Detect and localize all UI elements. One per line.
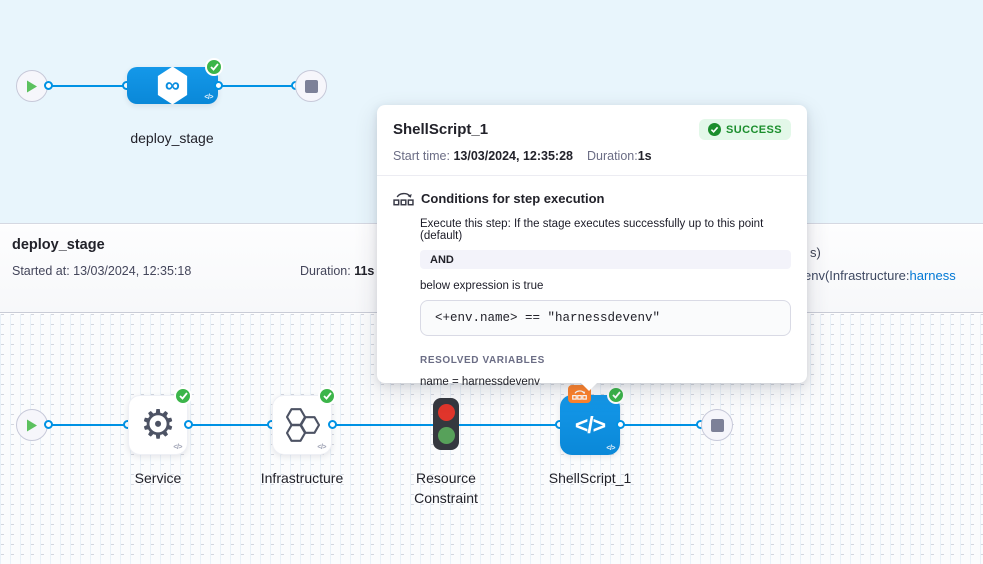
play-icon (26, 80, 38, 93)
stage-duration-label: Duration: (300, 264, 354, 278)
shell-script-icon: </> (575, 412, 605, 439)
start-time-label: Start time: (393, 149, 453, 163)
step-label-resource-constraint[interactable]: Resource Constraint (396, 468, 496, 508)
edge (620, 424, 701, 426)
edge-dot[interactable] (616, 420, 625, 429)
red-lamp (438, 404, 455, 421)
execute-condition-text: Execute this step: If the stage executes… (420, 218, 791, 242)
stop-icon (711, 419, 724, 432)
deployment-stage-icon: ∞ (156, 67, 190, 105)
conditional-execution-icon (393, 189, 414, 207)
popover-title: ShellScript_1 (393, 121, 488, 138)
success-check-badge (318, 387, 336, 405)
edge-dot[interactable] (328, 420, 337, 429)
duration-value: 1s (638, 149, 652, 163)
success-check-badge (205, 58, 223, 76)
check-icon (323, 392, 332, 400)
success-check-badge (174, 387, 192, 405)
operator-bar: AND (420, 250, 791, 269)
check-icon (179, 392, 188, 400)
resolved-variables-heading: RESOLVED VARIABLES (420, 355, 791, 366)
start-time-value: 13/03/2024, 12:35:28 (453, 149, 573, 163)
infrastructure-link[interactable]: harness (910, 268, 956, 283)
infinity-glyph: ∞ (165, 74, 180, 98)
stage-node-deploy-stage[interactable]: ∞ </> (127, 67, 218, 104)
edge (332, 424, 433, 426)
popover-caret (580, 382, 598, 391)
edge-dot[interactable] (44, 81, 53, 90)
code-mini-icon: </> (317, 444, 326, 451)
traffic-light-icon resource-constraint-node[interactable] (433, 398, 459, 450)
stage-end-button[interactable] (701, 409, 733, 441)
expression-intro-text: below expression is true (420, 280, 791, 292)
step-node-shellscript-1[interactable]: </> </> (560, 395, 620, 455)
success-check-icon (708, 123, 721, 136)
duration-label: Duration: (587, 149, 638, 163)
step-node-service[interactable]: ⚙ </> (128, 395, 188, 455)
step-label-infrastructure[interactable]: Infrastructure (242, 468, 362, 488)
step-details-popover: ShellScript_1 SUCCESS Start time: 13/03/… (377, 105, 807, 383)
status-text: SUCCESS (726, 124, 782, 136)
edge-stage-to-end (218, 85, 295, 87)
step-label-shellscript-1[interactable]: ShellScript_1 (530, 468, 650, 488)
status-badge: SUCCESS (699, 119, 791, 140)
stage-node-label[interactable]: deploy_stage (107, 128, 237, 148)
popover-body: Conditions for step execution Execute th… (377, 176, 807, 404)
expression-code-box: <+env.name> == "harnessdevenv" (420, 300, 791, 336)
popover-times: Start time: 13/03/2024, 12:35:28 Duration… (393, 149, 791, 163)
edge (188, 424, 272, 426)
stage-duration: Duration: 11s (300, 264, 374, 278)
edge-start-to-stage (48, 85, 127, 87)
conditions-heading: Conditions for step execution (421, 191, 604, 206)
code-mini-icon: </> (606, 445, 615, 452)
edge (459, 424, 560, 426)
gear-icon: ⚙ (140, 405, 176, 445)
code-mini-icon: </> (173, 444, 182, 451)
check-icon (210, 63, 219, 71)
play-icon (26, 419, 38, 432)
popover-header: ShellScript_1 SUCCESS Start time: 13/03/… (377, 105, 807, 176)
resolved-variable-value: name = harnessdevenv (420, 376, 791, 388)
step-label-service[interactable]: Service (108, 468, 208, 488)
pipeline-end-button[interactable] (295, 70, 327, 102)
infrastructure-label: env(Infrastructure: (804, 268, 910, 283)
stage-started-at: Started at: 13/03/2024, 12:35:18 (12, 264, 191, 278)
stage-duration-value: 11s (354, 264, 374, 278)
edge (48, 424, 128, 426)
environment-text-partial: s) (810, 245, 821, 260)
stage-details-title: deploy_stage (12, 237, 105, 253)
infrastructure-text-partial: env(Infrastructure:harness (804, 268, 956, 283)
edge-dot[interactable] (214, 81, 223, 90)
code-mini-icon: </> (204, 94, 213, 101)
green-lamp (438, 427, 455, 444)
stop-icon (305, 80, 318, 93)
edge-dot[interactable] (44, 420, 53, 429)
hexagons-icon (282, 405, 322, 445)
edge-dot[interactable] (184, 420, 193, 429)
step-node-infrastructure[interactable]: </> (272, 395, 332, 455)
